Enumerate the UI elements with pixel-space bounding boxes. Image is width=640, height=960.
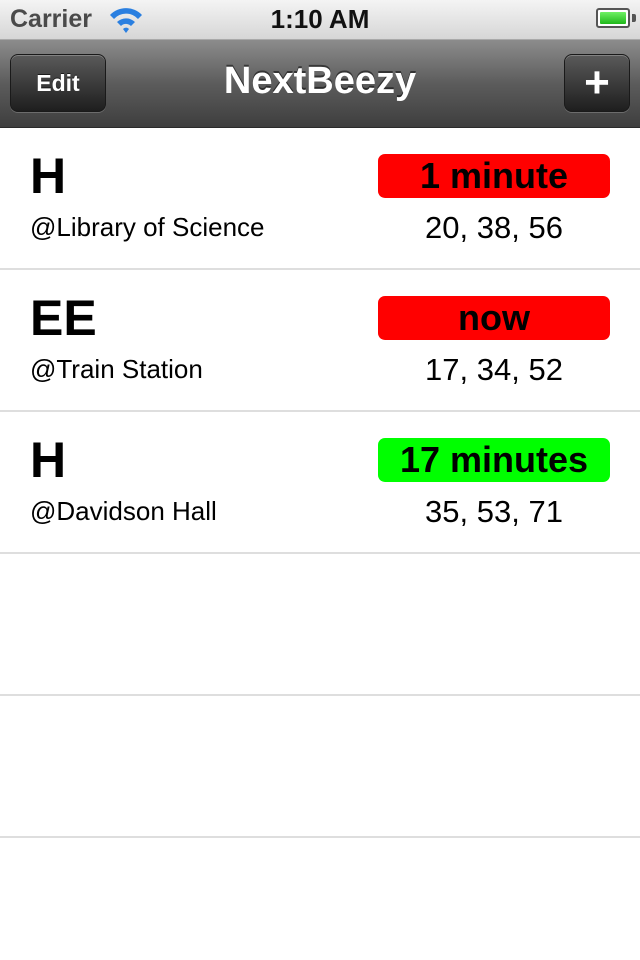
empty-row bbox=[0, 696, 640, 838]
add-button[interactable]: + bbox=[564, 54, 630, 112]
stop-name: @Davidson Hall bbox=[30, 496, 217, 526]
route-name: H bbox=[30, 148, 67, 204]
clock-time: 1:10 AM bbox=[270, 4, 370, 34]
battery-nub bbox=[632, 14, 636, 22]
stop-name: @Train Station bbox=[30, 354, 203, 384]
route-name: EE bbox=[30, 290, 97, 346]
stop-list: H @Library of Science 1 minute 20, 38, 5… bbox=[0, 128, 640, 960]
arrival-times: 17, 34, 52 bbox=[425, 352, 563, 387]
stop-name: @Library of Science bbox=[30, 212, 265, 242]
route-name: H bbox=[30, 432, 67, 488]
table-row[interactable]: EE @Train Station now 17, 34, 52 bbox=[0, 270, 640, 412]
navigation-bar: Edit NextBeezy + bbox=[0, 40, 640, 128]
eta-badge: now bbox=[378, 296, 610, 340]
empty-row bbox=[0, 554, 640, 696]
plus-icon: + bbox=[584, 58, 610, 107]
page-title: NextBeezy bbox=[223, 60, 417, 102]
battery-level-fill bbox=[600, 12, 626, 24]
status-bar: Carrier 1:10 AM bbox=[0, 0, 640, 40]
table-row[interactable]: H @Davidson Hall 17 minutes 35, 53, 71 bbox=[0, 412, 640, 554]
arrival-times: 20, 38, 56 bbox=[425, 210, 563, 245]
eta-badge: 1 minute bbox=[378, 154, 610, 198]
table-row[interactable]: H @Library of Science 1 minute 20, 38, 5… bbox=[0, 128, 640, 270]
eta-badge: 17 minutes bbox=[378, 438, 610, 482]
arrival-times: 35, 53, 71 bbox=[425, 494, 563, 529]
battery-icon bbox=[596, 8, 630, 28]
